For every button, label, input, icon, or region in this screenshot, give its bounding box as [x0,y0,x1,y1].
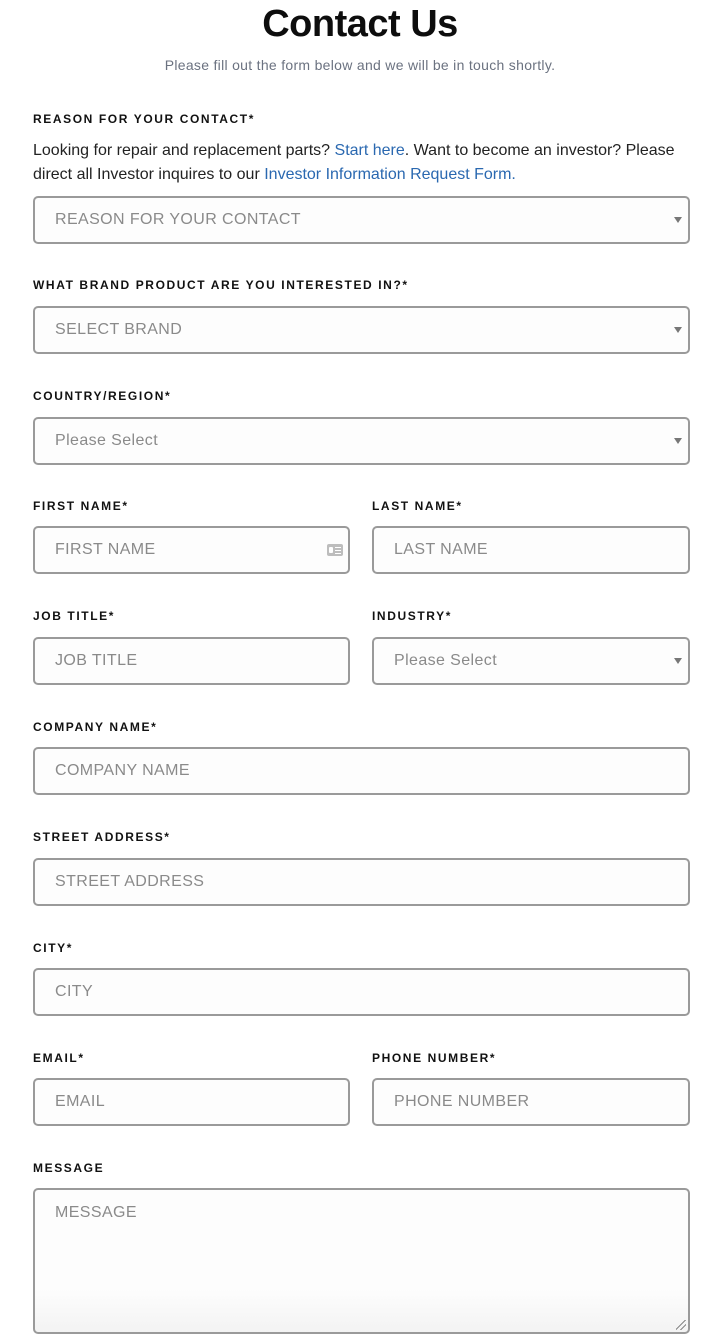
industry-select-value: Please Select [394,652,498,669]
industry-select[interactable]: Please Select [372,637,690,685]
reason-label: REASON FOR YOUR CONTACT* [33,112,255,126]
caret-down-icon [674,438,682,444]
country-select[interactable]: Please Select [33,417,690,465]
brand-select[interactable]: SELECT BRAND [33,306,690,354]
street-placeholder: STREET ADDRESS [55,873,205,890]
intro-text-part: Looking for repair and replacement parts… [33,142,335,159]
brand-select-value: SELECT BRAND [55,321,183,338]
reason-select-value: REASON FOR YOUR CONTACT [55,211,301,228]
contact-card-icon[interactable] [327,544,343,556]
phone-label: PHONE NUMBER* [372,1051,497,1065]
city-input[interactable]: CITY [33,968,690,1016]
phone-input[interactable]: PHONE NUMBER [372,1078,690,1126]
last-name-placeholder: LAST NAME [394,541,488,558]
email-input[interactable]: EMAIL [33,1078,350,1126]
message-label: MESSAGE [33,1161,105,1175]
caret-down-icon [674,327,682,333]
job-title-input[interactable]: JOB TITLE [33,637,350,685]
message-placeholder: MESSAGE [55,1204,137,1221]
page-subtitle: Please fill out the form below and we wi… [164,57,556,73]
company-input[interactable]: COMPANY NAME [33,747,690,795]
street-label: STREET ADDRESS* [33,830,171,844]
first-name-input[interactable]: FIRST NAME [33,526,350,574]
resize-handle-icon[interactable] [676,1320,686,1330]
reason-select[interactable]: REASON FOR YOUR CONTACT [33,196,690,244]
job-title-placeholder: JOB TITLE [55,652,138,669]
email-label: EMAIL* [33,1051,85,1065]
start-here-link[interactable]: Start here [335,142,405,159]
brand-label: WHAT BRAND PRODUCT ARE YOU INTERESTED IN… [33,278,409,292]
contact-form-page: Contact Us Please fill out the form belo… [0,0,720,1342]
investor-request-form-link[interactable]: Investor Information Request Form. [264,166,516,183]
company-label: COMPANY NAME* [33,720,158,734]
company-placeholder: COMPANY NAME [55,762,190,779]
caret-down-icon [674,217,682,223]
reason-intro-text: Looking for repair and replacement parts… [33,139,693,187]
phone-placeholder: PHONE NUMBER [394,1093,530,1110]
job-title-label: JOB TITLE* [33,609,116,623]
last-name-label: LAST NAME* [372,499,463,513]
industry-label: INDUSTRY* [372,609,452,623]
street-input[interactable]: STREET ADDRESS [33,858,690,906]
city-placeholder: CITY [55,983,94,1000]
first-name-placeholder: FIRST NAME [55,541,156,558]
page-title: Contact Us [262,3,458,45]
city-label: CITY* [33,941,74,955]
caret-down-icon [674,658,682,664]
last-name-input[interactable]: LAST NAME [372,526,690,574]
message-textarea[interactable]: MESSAGE [33,1188,690,1334]
email-placeholder: EMAIL [55,1093,106,1110]
country-select-value: Please Select [55,432,159,449]
first-name-label: FIRST NAME* [33,499,129,513]
country-label: COUNTRY/REGION* [33,389,172,403]
